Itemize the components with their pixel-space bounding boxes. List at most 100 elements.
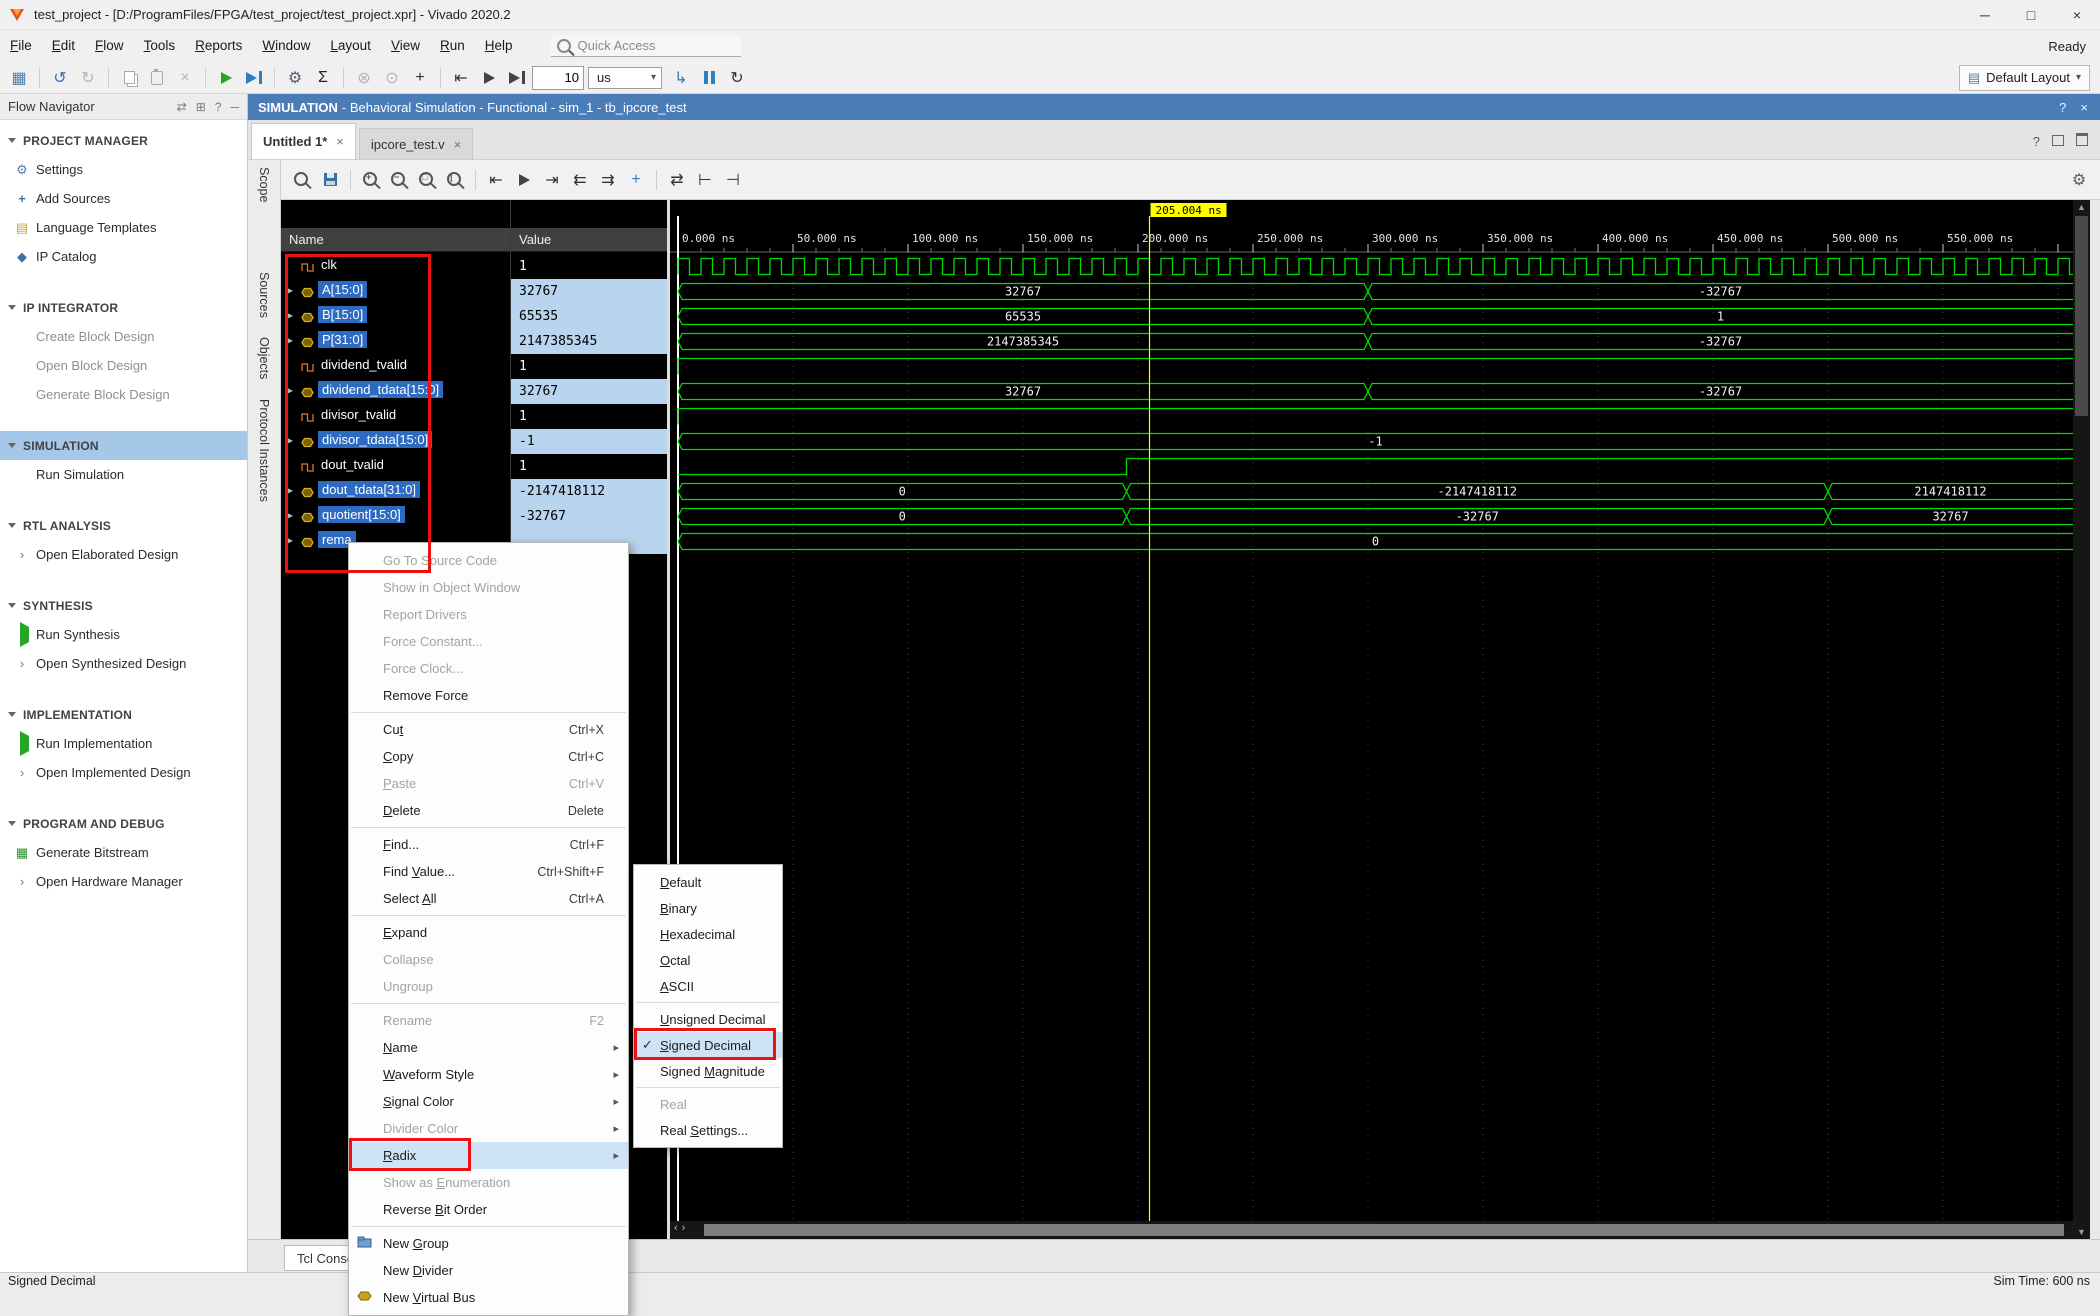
expand-arrow-icon[interactable]: ▸: [287, 333, 293, 347]
signal-value[interactable]: 1: [511, 354, 667, 379]
delete-icon[interactable]: ×: [172, 65, 198, 91]
menu-item-delete[interactable]: DeleteDelete: [349, 797, 628, 824]
pause-icon[interactable]: [696, 65, 722, 91]
zoom-to-cursor-icon[interactable]: |: [442, 167, 468, 193]
menu-item-real-settings[interactable]: Real Settings...: [634, 1117, 782, 1143]
signal-name-row[interactable]: ▸P[31:0]: [281, 329, 510, 354]
flow-section-header-project-manager[interactable]: PROJECT MANAGER: [0, 126, 247, 155]
menu-item-hexadecimal[interactable]: Hexadecimal: [634, 921, 782, 947]
save-waveform-icon[interactable]: [317, 167, 343, 193]
flow-section-header-simulation[interactable]: SIMULATION: [0, 431, 247, 460]
search-icon[interactable]: [289, 167, 315, 193]
menu-item-force-clock[interactable]: Force Clock...: [349, 655, 628, 682]
time-unit-select[interactable]: us ▾: [588, 67, 662, 89]
menubar-item-layout[interactable]: Layout: [320, 30, 381, 62]
menubar-item-window[interactable]: Window: [252, 30, 320, 62]
menu-item-octal[interactable]: Octal: [634, 947, 782, 973]
menubar-item-run[interactable]: Run: [430, 30, 475, 62]
close-icon[interactable]: ×: [454, 137, 462, 152]
menu-item-real[interactable]: Real: [634, 1091, 782, 1117]
menu-item-signed-magnitude[interactable]: Signed Magnitude: [634, 1058, 782, 1084]
sidebar-item-run-simulation[interactable]: Run Simulation: [0, 460, 247, 489]
menu-item-force-constant[interactable]: Force Constant...: [349, 628, 628, 655]
menu-item-report-drivers[interactable]: Report Drivers: [349, 601, 628, 628]
step-icon[interactable]: ↳: [668, 65, 694, 91]
menu-item-collapse[interactable]: Collapse: [349, 946, 628, 973]
signal-value[interactable]: 2147385345: [511, 329, 667, 354]
side-tab-sources[interactable]: Sources: [257, 272, 271, 318]
minimize-button[interactable]: ─: [1962, 0, 2008, 29]
signal-name-row[interactable]: ▸dividend_tdata[15:0]: [281, 379, 510, 404]
probe-icon[interactable]: ⊙: [379, 65, 405, 91]
add-marker-icon[interactable]: +: [623, 167, 649, 193]
sidebar-item-add-sources[interactable]: +Add Sources: [0, 184, 247, 213]
menu-item-remove-force[interactable]: Remove Force: [349, 682, 628, 709]
menubar-item-flow[interactable]: Flow: [85, 30, 134, 62]
sidebar-item-generate-block-design[interactable]: Generate Block Design: [0, 380, 247, 409]
menu-item-copy[interactable]: CopyCtrl+C: [349, 743, 628, 770]
sum-icon[interactable]: Σ: [310, 65, 336, 91]
relaunch-icon[interactable]: ↻: [724, 65, 750, 91]
signal-value[interactable]: -1: [511, 429, 667, 454]
maximize-button[interactable]: □: [2008, 0, 2054, 29]
toggle-panels-icon[interactable]: ⇄: [177, 100, 187, 114]
sidebar-item-settings[interactable]: ⚙Settings: [0, 155, 247, 184]
sidebar-item-open-hardware-manager[interactable]: ›Open Hardware Manager: [0, 867, 247, 896]
run-time-input[interactable]: [532, 66, 584, 90]
run-icon[interactable]: [213, 65, 239, 91]
copy-icon[interactable]: [116, 65, 142, 91]
signal-name-row[interactable]: ▸dout_tdata[31:0]: [281, 479, 510, 504]
sidebar-item-generate-bitstream[interactable]: ▦Generate Bitstream: [0, 838, 247, 867]
left-marker-icon[interactable]: ⊢: [692, 167, 718, 193]
signal-value[interactable]: -32767: [511, 504, 667, 529]
swap-cursors-icon[interactable]: ⇄: [664, 167, 690, 193]
menu-item-new-divider[interactable]: New Divider: [349, 1257, 628, 1284]
menu-item-name[interactable]: Name▸: [349, 1034, 628, 1061]
menu-item-show-as-enumeration[interactable]: Show as Enumeration: [349, 1169, 628, 1196]
sidebar-item-ip-catalog[interactable]: ◆IP Catalog: [0, 242, 247, 271]
signal-value[interactable]: 32767: [511, 279, 667, 304]
signal-name-row[interactable]: clk: [281, 254, 510, 279]
sidebar-item-open-synthesized-design[interactable]: ›Open Synthesized Design: [0, 649, 247, 678]
waveform-canvas[interactable]: 0.000 ns50.000 ns100.000 ns150.000 ns200…: [670, 200, 2073, 1221]
layout-selector[interactable]: ▤ Default Layout ▾: [1959, 65, 2090, 91]
menubar-item-view[interactable]: View: [381, 30, 430, 62]
menu-item-select-all[interactable]: Select AllCtrl+A: [349, 885, 628, 912]
scroll-up-icon[interactable]: ▲: [2077, 202, 2086, 212]
zoom-out-icon[interactable]: −: [386, 167, 412, 193]
right-marker-icon[interactable]: ⊣: [720, 167, 746, 193]
close-icon[interactable]: ×: [2080, 100, 2088, 115]
signal-name-row[interactable]: ▸divisor_tdata[15:0]: [281, 429, 510, 454]
menu-item-new-virtual-bus[interactable]: New Virtual Bus: [349, 1284, 628, 1311]
menubar-item-file[interactable]: File: [0, 30, 42, 62]
signal-value[interactable]: 1: [511, 254, 667, 279]
expand-arrow-icon[interactable]: ▸: [287, 508, 293, 522]
undo-icon[interactable]: ↺: [47, 65, 73, 91]
menu-item-go-to-source-code[interactable]: Go To Source Code: [349, 547, 628, 574]
redo-icon[interactable]: ↻: [75, 65, 101, 91]
scroll-left-icon[interactable]: ‹: [674, 1222, 678, 1234]
flow-section-header-implementation[interactable]: IMPLEMENTATION: [0, 700, 247, 729]
next-transition-icon[interactable]: ⇉: [595, 167, 621, 193]
sidebar-item-open-elaborated-design[interactable]: ›Open Elaborated Design: [0, 540, 247, 569]
waveform-settings-gear-icon[interactable]: ⚙: [2066, 167, 2092, 193]
tab-untitled-1[interactable]: Untitled 1*×: [251, 123, 356, 159]
signal-value[interactable]: 65535: [511, 304, 667, 329]
menu-item-find-value[interactable]: Find Value...Ctrl+Shift+F: [349, 858, 628, 885]
signal-name-row[interactable]: divisor_tvalid: [281, 404, 510, 429]
menu-item-reverse-bit-order[interactable]: Reverse Bit Order: [349, 1196, 628, 1223]
horizontal-scrollbar[interactable]: ‹ ›: [670, 1221, 2073, 1239]
minimize-panel-icon[interactable]: ─: [230, 100, 239, 114]
vertical-scroll-thumb[interactable]: [2075, 216, 2088, 416]
run-for-icon[interactable]: [504, 65, 530, 91]
menubar-item-tools[interactable]: Tools: [134, 30, 186, 62]
menu-item-divider-color[interactable]: Divider Color▸: [349, 1115, 628, 1142]
expand-arrow-icon[interactable]: ▸: [287, 483, 293, 497]
close-button[interactable]: ×: [2054, 0, 2100, 29]
settings-gear-icon[interactable]: ⚙: [282, 65, 308, 91]
menubar-item-reports[interactable]: Reports: [185, 30, 252, 62]
signal-name-row[interactable]: ▸B[15:0]: [281, 304, 510, 329]
signal-value[interactable]: 1: [511, 454, 667, 479]
name-column-header[interactable]: Name: [281, 228, 510, 252]
menu-item-unsigned-decimal[interactable]: Unsigned Decimal: [634, 1006, 782, 1032]
